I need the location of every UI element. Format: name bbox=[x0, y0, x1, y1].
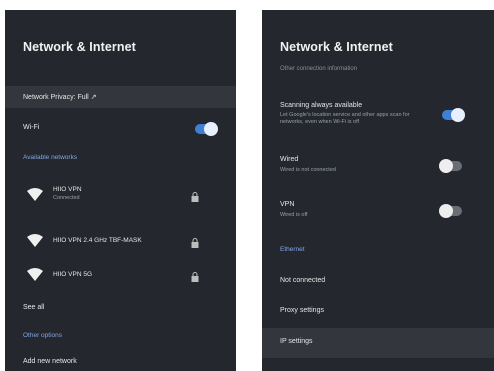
ip-settings-row[interactable]: IP settings bbox=[262, 328, 494, 358]
vpn-description: Wired is off bbox=[280, 212, 308, 218]
wifi-label: Wi-Fi bbox=[23, 124, 40, 131]
scanning-row[interactable]: Scanning always available Let Google's l… bbox=[262, 100, 494, 136]
proxy-settings-row[interactable]: Proxy settings bbox=[262, 302, 494, 322]
wired-toggle[interactable] bbox=[439, 159, 462, 173]
network-status: Connected bbox=[53, 195, 80, 201]
not-connected-label: Not connected bbox=[280, 277, 326, 284]
add-network-row[interactable]: Add new network bbox=[5, 354, 236, 371]
proxy-settings-label: Proxy settings bbox=[280, 307, 324, 314]
wired-description: Wired is not connected bbox=[280, 167, 336, 173]
scanning-description: Let Google's location service and other … bbox=[280, 112, 410, 125]
ethernet-heading: Ethernet bbox=[280, 246, 305, 253]
wired-row[interactable]: Wired Wired is not connected bbox=[262, 154, 494, 180]
network-item[interactable]: HIIO VPN 2.4 GHz TBF-MASK bbox=[5, 230, 236, 254]
network-item[interactable]: HIIO VPN Connected bbox=[5, 180, 236, 210]
left-settings-panel: Network & Internet Network Privacy: Full… bbox=[5, 10, 236, 371]
network-privacy-label: Network Privacy: Full ↗ bbox=[23, 94, 97, 101]
network-name: HIIO VPN 2.4 GHz TBF-MASK bbox=[53, 237, 142, 244]
page-title: Network & Internet bbox=[280, 40, 393, 54]
not-connected-row[interactable]: Not connected bbox=[262, 272, 494, 292]
scanning-label: Scanning always available bbox=[280, 102, 363, 109]
page-title: Network & Internet bbox=[23, 40, 136, 54]
scanning-toggle[interactable] bbox=[442, 108, 465, 122]
vpn-toggle[interactable] bbox=[439, 204, 462, 218]
available-networks-heading: Available networks bbox=[23, 154, 78, 161]
other-options-heading: Other options bbox=[23, 332, 63, 339]
network-privacy-row[interactable]: Network Privacy: Full ↗ bbox=[5, 86, 236, 108]
add-network-label: Add new network bbox=[23, 358, 77, 365]
vpn-label: VPN bbox=[280, 201, 295, 208]
see-all-row[interactable]: See all bbox=[5, 300, 236, 318]
lock-icon bbox=[191, 238, 199, 248]
wired-label: Wired bbox=[280, 156, 299, 163]
wifi-row[interactable]: Wi-Fi bbox=[5, 118, 236, 140]
see-all-label: See all bbox=[23, 304, 45, 311]
network-item[interactable]: HIIO VPN 5G bbox=[5, 264, 236, 288]
network-name: HIIO VPN bbox=[53, 186, 82, 193]
lock-icon bbox=[191, 272, 199, 282]
page-subtitle: Other connection information bbox=[280, 66, 358, 72]
wifi-toggle[interactable] bbox=[195, 122, 218, 136]
wifi-signal-icon bbox=[27, 188, 43, 201]
network-name: HIIO VPN 5G bbox=[53, 271, 93, 278]
lock-icon bbox=[191, 192, 199, 202]
ip-settings-label: IP settings bbox=[280, 338, 313, 345]
wifi-signal-icon bbox=[27, 234, 43, 247]
wifi-signal-icon bbox=[27, 268, 43, 281]
right-settings-panel: Network & Internet Other connection info… bbox=[262, 10, 494, 371]
vpn-row[interactable]: VPN Wired is off bbox=[262, 199, 494, 225]
